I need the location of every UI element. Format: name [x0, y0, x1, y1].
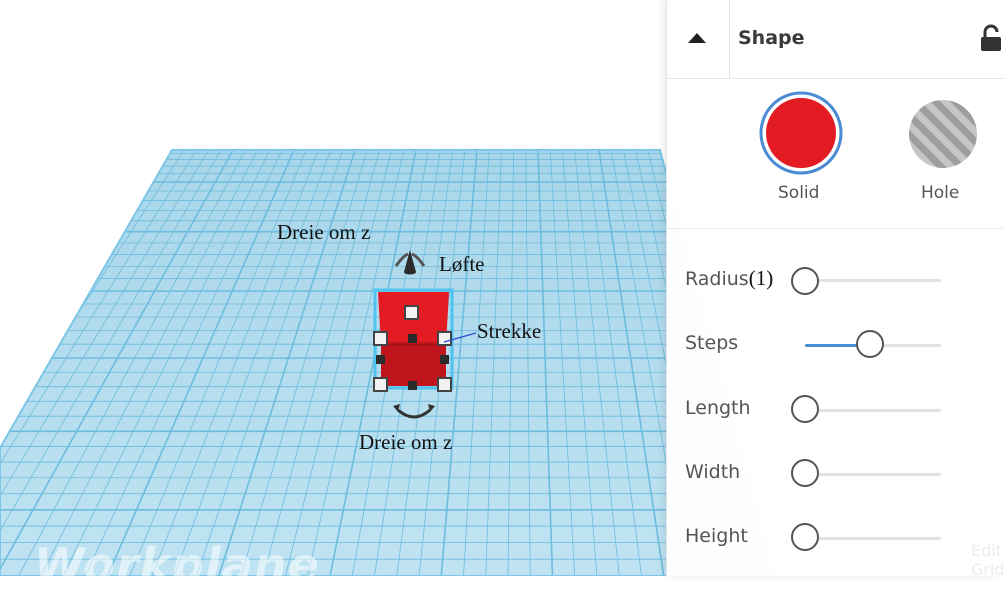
radius-label: Radius(1): [685, 266, 773, 291]
width-label: Width: [685, 461, 741, 483]
solid-swatch-button[interactable]: [759, 91, 843, 175]
hole-label: Hole: [921, 183, 960, 203]
inspector-title: Shape: [738, 27, 805, 49]
height-slider-knob[interactable]: [791, 523, 819, 551]
width-slider-track[interactable]: [805, 473, 941, 476]
radius-slider-track[interactable]: [805, 279, 941, 282]
collapse-button[interactable]: [667, 0, 730, 78]
width-slider-knob[interactable]: [791, 459, 819, 487]
radius-label-text: Radius: [685, 268, 749, 290]
hole-swatch-button[interactable]: [907, 98, 979, 170]
striped-circle-icon: [909, 100, 977, 168]
lock-open-icon[interactable]: [979, 24, 1003, 52]
radius-label-annotation: (1): [748, 266, 774, 290]
steps-slider-knob[interactable]: [856, 330, 885, 358]
workplane-label: Workplane: [34, 538, 320, 592]
height-label: Height: [685, 525, 748, 547]
divider: [667, 228, 1004, 229]
annotation-stretch: Strekke: [477, 319, 542, 343]
height-slider-track[interactable]: [805, 537, 941, 540]
annotation-rotate-top: Dreie om z: [277, 220, 371, 244]
solid-color-icon: [766, 98, 836, 168]
steps-label: Steps: [685, 332, 739, 354]
annotation-rotate-bottom: Dreie om z: [359, 430, 453, 454]
inspector-header: Shape: [667, 0, 1004, 79]
triangle-up-icon: [688, 33, 706, 43]
annotation-lift: Løfte: [439, 252, 485, 276]
solid-label: Solid: [778, 183, 820, 203]
shape-inspector-panel: Shape Solid Hole Radius(1) Steps Length: [666, 0, 1004, 579]
radius-slider-knob[interactable]: [791, 267, 819, 295]
length-slider-knob[interactable]: [791, 395, 819, 423]
length-label: Length: [685, 397, 751, 419]
length-slider-track[interactable]: [805, 409, 941, 412]
edit-grid-button[interactable]: Edit Grid: [971, 541, 1004, 579]
